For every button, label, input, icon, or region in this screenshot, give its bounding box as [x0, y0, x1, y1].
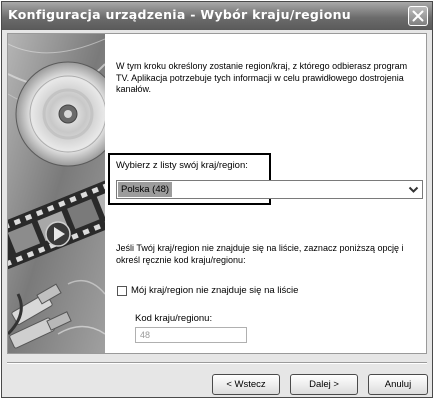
- next-button[interactable]: Dalej >: [290, 374, 358, 395]
- wizard-page: W tym kroku określony zostanie region/kr…: [7, 33, 427, 354]
- sidebar-illustration: [8, 34, 105, 353]
- manual-entry-note: Jeśli Twój kraj/region nie znajduje się …: [116, 243, 404, 265]
- region-code-field[interactable]: 48: [135, 327, 247, 343]
- country-selected-value: Polska (48): [118, 182, 173, 197]
- window-title: Konfiguracja urządzenia - Wybór kraju/re…: [8, 7, 351, 22]
- close-icon: [412, 10, 424, 22]
- close-button[interactable]: [408, 6, 428, 26]
- region-code-label: Kod kraju/regionu:: [135, 313, 213, 324]
- intro-text: W tym kroku określony zostanie region/kr…: [116, 61, 408, 94]
- not-listed-checkbox-label[interactable]: Mój kraj/region nie znajduje się na liśc…: [131, 285, 298, 296]
- not-listed-checkbox[interactable]: [117, 286, 127, 296]
- country-label: Wybierz z listy swój kraj/region:: [116, 160, 248, 171]
- title-bar[interactable]: Konfiguracja urządzenia - Wybór kraju/re…: [2, 2, 432, 30]
- button-separator: [7, 362, 427, 364]
- cancel-button[interactable]: Anuluj: [368, 374, 428, 395]
- country-select[interactable]: Polska (48): [116, 180, 423, 199]
- chevron-down-icon[interactable]: [406, 182, 421, 197]
- setup-wizard-window: Konfiguracja urządzenia - Wybór kraju/re…: [1, 1, 433, 398]
- back-button[interactable]: < Wstecz: [212, 374, 280, 395]
